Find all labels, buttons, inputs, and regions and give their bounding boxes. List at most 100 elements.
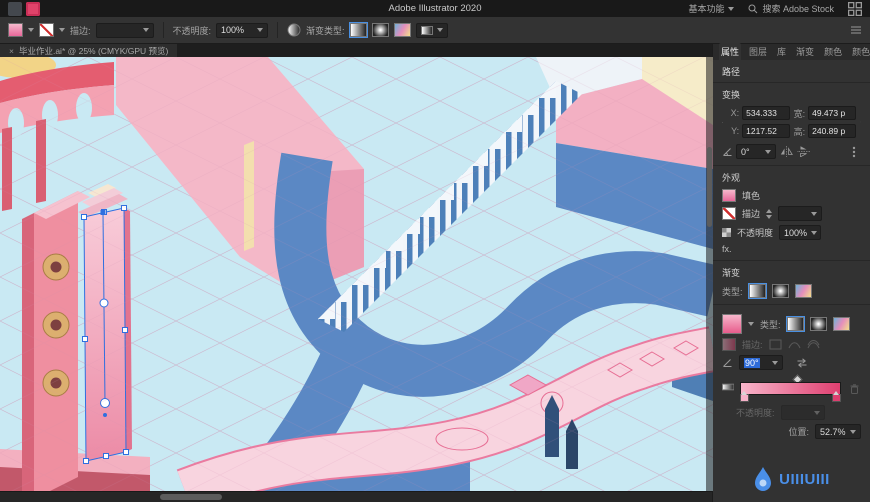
gradient-swatch[interactable] bbox=[722, 314, 742, 334]
appearance-section: 外观 填色 描边 不透明度 100% fx. bbox=[713, 166, 870, 261]
gradient-section: 渐变 类型: bbox=[713, 261, 870, 305]
fx-button[interactable]: fx. bbox=[722, 244, 861, 254]
appearance-fill-label[interactable]: 填色 bbox=[742, 189, 760, 202]
stock-search[interactable]: 搜索 Adobe Stock bbox=[748, 2, 834, 15]
gradient-stop-right[interactable] bbox=[832, 391, 841, 402]
app-badge-icon[interactable] bbox=[8, 1, 22, 16]
fill-color-swatch[interactable] bbox=[8, 23, 23, 37]
opacity-label: 不透明度: bbox=[172, 25, 212, 36]
gp-stroke-label: 描边: bbox=[742, 340, 763, 350]
gradient-icon[interactable] bbox=[287, 23, 301, 37]
gp-radial-button[interactable] bbox=[809, 317, 827, 331]
delete-stop-icon[interactable] bbox=[847, 382, 861, 396]
gp-opacity-combo[interactable] bbox=[780, 405, 825, 420]
gp-opacity-label: 不透明度: bbox=[736, 408, 775, 418]
appearance-opacity-combo[interactable]: 100% bbox=[779, 225, 822, 240]
vertical-scrollbar[interactable] bbox=[706, 57, 713, 491]
x-field[interactable]: 534.333 bbox=[742, 106, 791, 120]
stroke-color-swatch[interactable] bbox=[39, 23, 54, 37]
gp-position-label: 位置: bbox=[788, 427, 809, 437]
stroke-dropdown-icon[interactable] bbox=[59, 28, 65, 32]
document-tab[interactable]: × 毕业作业.ai* @ 25% (CMYK/GPU 预览) bbox=[0, 44, 178, 57]
stroke-gradient-within-icon[interactable] bbox=[769, 339, 782, 350]
right-panel: 属性 图层 库 渐变 颜色 颜色参 路径 变换 X: bbox=[712, 43, 870, 502]
stroke-weight-combo[interactable] bbox=[95, 22, 154, 38]
gradient-annotator-icon[interactable] bbox=[722, 382, 735, 392]
gradient-angle-combo[interactable]: 90° bbox=[739, 355, 783, 370]
artwork bbox=[0, 57, 713, 491]
gp-linear-button[interactable] bbox=[785, 316, 805, 332]
tab-color[interactable]: 颜色 bbox=[822, 43, 844, 60]
control-bar: 描边: 不透明度: 100% 渐变类型: bbox=[0, 17, 870, 44]
gradient-type-label: 渐变类型: bbox=[306, 25, 345, 36]
close-tab-icon[interactable]: × bbox=[9, 46, 14, 56]
gp-angle-icon bbox=[723, 359, 732, 367]
appearance-opacity-label[interactable]: 不透明度 bbox=[737, 226, 773, 239]
tab-gradient[interactable]: 渐变 bbox=[794, 43, 816, 60]
gradient-preset-combo[interactable] bbox=[415, 22, 448, 38]
tab-libraries[interactable]: 库 bbox=[775, 43, 788, 60]
opacity-combo[interactable]: 100% bbox=[216, 22, 269, 38]
h-label: 高: bbox=[793, 126, 806, 137]
search-label: 搜索 Adobe Stock bbox=[762, 4, 834, 14]
gradient-panel: 类型: 描边: 90° 不透明度: 位置: 52.7% bbox=[713, 305, 870, 445]
gradient-swatch-dropdown-icon[interactable] bbox=[748, 322, 754, 326]
props-gradient-radial-button[interactable] bbox=[771, 284, 789, 298]
object-type-label: 路径 bbox=[713, 60, 870, 83]
appearance-stroke-label[interactable]: 描边 bbox=[742, 207, 760, 220]
width-field[interactable]: 49.473 p bbox=[808, 106, 857, 120]
panel-menu-icon[interactable] bbox=[850, 25, 862, 35]
more-options-icon[interactable] bbox=[847, 145, 861, 159]
vertical-scroll-thumb[interactable] bbox=[707, 147, 712, 227]
gp-type-label: 类型: bbox=[760, 319, 781, 330]
appearance-stroke-weight-combo[interactable] bbox=[778, 206, 823, 221]
constrain-proportions-icon[interactable] bbox=[860, 115, 861, 129]
props-gradient-linear-button[interactable] bbox=[747, 283, 767, 299]
y-field[interactable]: 1217.52 bbox=[742, 124, 791, 138]
appearance-stroke-swatch[interactable] bbox=[722, 207, 736, 220]
watermark-text: UIIIUIII bbox=[779, 470, 830, 488]
gp-freeform-button[interactable] bbox=[832, 317, 850, 331]
opacity-icon bbox=[722, 228, 731, 237]
gradient-stop-left[interactable] bbox=[740, 391, 750, 402]
workspace-switcher[interactable]: 基本功能 bbox=[688, 2, 735, 15]
horizontal-scrollbar[interactable] bbox=[0, 491, 712, 502]
rotate-angle-icon bbox=[723, 148, 732, 156]
height-field[interactable]: 240.89 p bbox=[808, 124, 857, 138]
gp-position-combo[interactable]: 52.7% bbox=[815, 424, 861, 439]
rotate-angle-combo[interactable]: 0° bbox=[736, 144, 776, 159]
x-label: X: bbox=[730, 108, 740, 118]
stroke-gradient-along-icon[interactable] bbox=[788, 339, 801, 350]
gradient-bar[interactable] bbox=[740, 382, 841, 395]
reference-point-icon[interactable] bbox=[722, 115, 724, 130]
gradient-radial-button[interactable] bbox=[371, 23, 389, 37]
flip-horizontal-icon[interactable] bbox=[779, 145, 793, 159]
horizontal-scroll-thumb[interactable] bbox=[160, 494, 222, 500]
watermark-logo-icon bbox=[755, 467, 772, 491]
reverse-gradient-icon[interactable] bbox=[795, 356, 809, 370]
gradient-linear-button[interactable] bbox=[348, 22, 368, 38]
tab-color-guide[interactable]: 颜色参 bbox=[850, 43, 870, 60]
appearance-fill-swatch[interactable] bbox=[722, 189, 736, 202]
panel-tabs: 属性 图层 库 渐变 颜色 颜色参 bbox=[713, 43, 870, 60]
flip-vertical-icon[interactable] bbox=[796, 145, 810, 159]
workspace-grid-icon[interactable] bbox=[848, 1, 862, 16]
gradient-header: 渐变 bbox=[722, 268, 741, 278]
gradient-type-label-props: 类型: bbox=[722, 286, 743, 297]
stroke-gradient-across-icon[interactable] bbox=[807, 339, 820, 350]
y-label: Y: bbox=[731, 126, 740, 136]
canvas[interactable] bbox=[0, 57, 713, 491]
gradient-slider[interactable] bbox=[740, 374, 841, 402]
watermark: UIIIUIII bbox=[713, 454, 870, 502]
stroke-weight-stepper[interactable] bbox=[766, 208, 773, 219]
tab-properties[interactable]: 属性 bbox=[719, 43, 742, 60]
transform-header: 变换 bbox=[722, 90, 741, 100]
props-gradient-freeform-button[interactable] bbox=[794, 284, 812, 298]
illustrator-app-icon[interactable] bbox=[26, 1, 40, 16]
fill-dropdown-icon[interactable] bbox=[28, 28, 34, 32]
gp-fill-stroke-swatch[interactable] bbox=[722, 338, 736, 351]
search-icon bbox=[748, 4, 758, 13]
gradient-freeform-button[interactable] bbox=[393, 23, 411, 37]
titlebar: Adobe Illustrator 2020 基本功能 搜索 Adobe Sto… bbox=[0, 0, 870, 17]
tab-layers[interactable]: 图层 bbox=[747, 43, 769, 60]
